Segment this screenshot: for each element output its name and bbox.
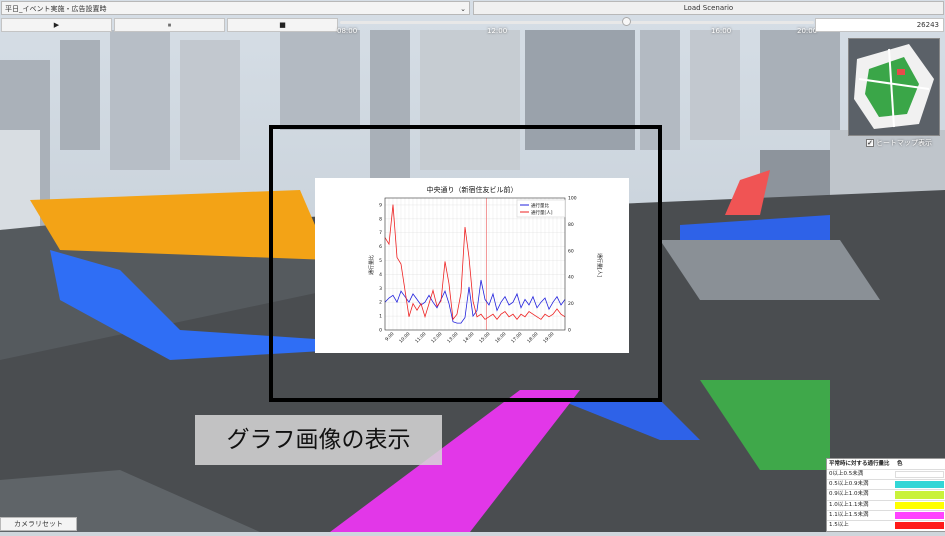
timeline-slider[interactable] [340, 21, 814, 24]
legend-row-label: 0.5以上0.9未満 [829, 481, 869, 488]
chart-ytick-left: 3 [379, 286, 382, 292]
city-3d-view[interactable]: 平日_イベント実施・広告設置時 ⌄ Load Scenario ▶ ⏸ ■ 08… [0, 0, 945, 532]
pause-button[interactable]: ⏸ [114, 18, 225, 32]
chart-title: 中央通り（新宿住友ビル前） [427, 185, 518, 194]
stop-button[interactable]: ■ [227, 18, 338, 32]
chart-ytick-left: 2 [379, 300, 382, 306]
heatmap-toggle[interactable]: ✓ ヒートマップ表示 [866, 138, 932, 148]
legend-row-label: 1.0以上1.1未満 [829, 501, 869, 508]
legend-row: 0.9以上1.0未満 [827, 489, 945, 499]
chart-ytick-right: 20 [568, 301, 574, 307]
chart-ytick-left: 7 [379, 230, 382, 236]
legend-row: 1.0以上1.1未満 [827, 499, 945, 510]
chart-ytick-right: 40 [568, 275, 574, 281]
legend-row: 0.5以上0.9未満 [827, 479, 945, 489]
scenario-value: 平日_イベント実施・広告設置時 [5, 5, 107, 13]
play-button[interactable]: ▶ [1, 18, 112, 32]
legend-swatch [895, 481, 944, 489]
chart-legend: 通行量比 通行量[人] [516, 199, 566, 218]
load-scenario-button[interactable]: Load Scenario [473, 1, 944, 15]
scenario-select[interactable]: 平日_イベント実施・広告設置時 ⌄ [1, 1, 470, 15]
legend-header-color: 色 [897, 461, 903, 467]
legend-swatch [895, 521, 944, 530]
stop-icon: ■ [279, 21, 286, 29]
chart-xtick: 11:00 [414, 331, 428, 345]
legend-row: 1.1以上1.5未満 [827, 509, 945, 520]
chart-xtick: 13:00 [446, 331, 460, 345]
chart-xtick: 14:00 [462, 331, 476, 345]
chart-ytick-left: 5 [379, 258, 382, 264]
legend-row: 1.5以上 [827, 519, 945, 530]
series-line-ratio [384, 279, 566, 324]
chart-ytick-left: 1 [379, 314, 382, 320]
chart-xtick: 10:00 [398, 331, 412, 345]
legend-row-label: 1.5以上 [829, 521, 849, 528]
chart-ytick-left: 4 [379, 272, 382, 278]
chart-ytick-right: 80 [568, 222, 574, 228]
chart-xtick: 9:00 [384, 331, 395, 342]
legend-row-label: 0以上0.5未満 [829, 471, 864, 477]
legend-swatch [895, 471, 944, 479]
minimap[interactable] [848, 38, 940, 136]
chevron-down-icon: ⌄ [460, 5, 466, 13]
timeline-slider-handle[interactable] [622, 17, 631, 26]
chart-ytick-left: 8 [379, 216, 382, 222]
chart-ylabel-left: 通行量比 [368, 255, 375, 275]
chart-ytick-left: 6 [379, 244, 382, 250]
legend-row-label: 0.9以上1.0未満 [829, 491, 869, 498]
legend-row: 0以上0.5未満 [827, 469, 945, 479]
timeline-tick-label: 08:00 [337, 27, 358, 35]
graph-caption: グラフ画像の表示 [195, 415, 442, 465]
chart-xtick: 18:00 [526, 331, 540, 345]
legend-swatch [895, 501, 944, 509]
minimap-render [849, 39, 939, 135]
legend-swatch [895, 511, 944, 519]
chart-xtick: 16:00 [494, 331, 508, 345]
chart-ytick-left: 9 [379, 202, 382, 208]
chart-xtick: 19:00 [542, 331, 556, 345]
graph-image: 中央通り（新宿住友ビル前） 通行量比 通行量[人] 0 1 2 3 4 5 6 7 8 9 0 20 4… [315, 178, 629, 353]
legend-label-count: 通行量[人] [531, 209, 553, 216]
chart-ytick-right: 60 [568, 248, 574, 254]
legend-row-label: 1.1以上1.5未満 [829, 511, 869, 518]
heatmap-toggle-label: ヒートマップ表示 [876, 139, 932, 147]
traffic-chart: 中央通り（新宿住友ビル前） 通行量比 通行量[人] 0 1 2 3 4 5 6 7 8 9 0 20 4… [368, 185, 603, 345]
timeline-tick-label: 16:00 [711, 27, 732, 35]
chart-xtick: 17:00 [510, 331, 524, 345]
legend-header: 平常時に対する通行量比 色 [827, 459, 945, 469]
timeline-tick-label: 12:00 [487, 27, 508, 35]
chart-ytick-right: 100 [568, 196, 577, 202]
traffic-ratio-legend: 平常時に対する通行量比 色 0以上0.5未満 0.5以上0.9未満 0.9以上1… [826, 458, 945, 532]
chart-xtick: 12:00 [430, 331, 444, 345]
legend-label-ratio: 通行量比 [531, 202, 549, 209]
legend-header-label: 平常時に対する通行量比 [829, 461, 890, 467]
camera-reset-button[interactable]: カメラリセット [0, 517, 77, 531]
check-icon[interactable]: ✓ [866, 139, 874, 147]
chart-ytick-right: 0 [568, 328, 571, 334]
frame-count-field[interactable]: 26243 [815, 18, 944, 32]
play-icon: ▶ [53, 21, 60, 29]
chart-ylabel-right: 通行量[人] [596, 253, 603, 277]
legend-swatch [895, 491, 944, 499]
chart-ytick-left: 0 [379, 328, 382, 334]
chart-xtick: 15:00 [478, 331, 492, 345]
pause-icon: ⏸ [167, 21, 172, 29]
